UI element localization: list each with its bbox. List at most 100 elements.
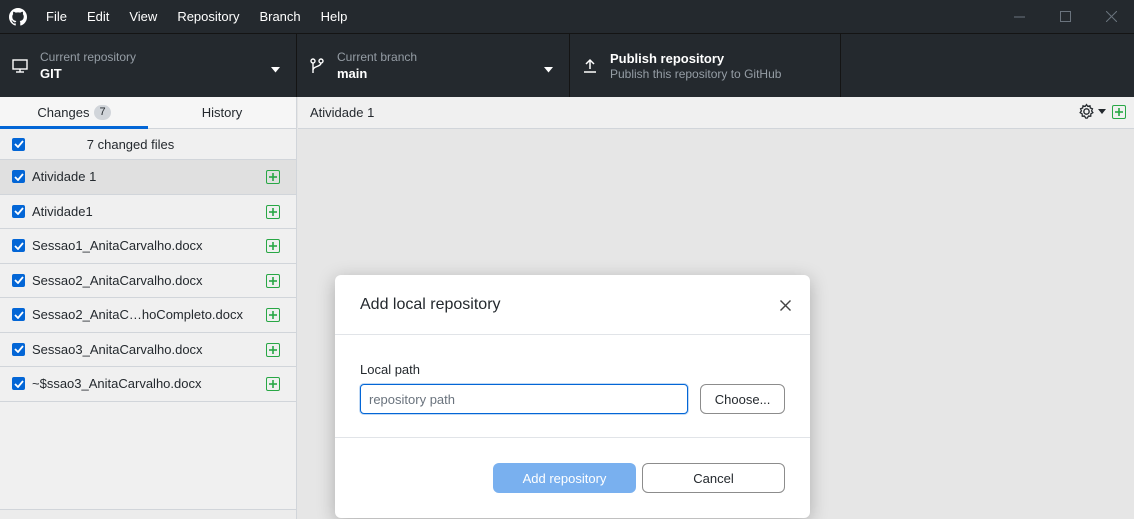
gear-icon <box>1079 103 1094 119</box>
checkmark-icon <box>13 242 24 250</box>
checkmark-icon <box>13 140 24 148</box>
file-list: Atividade 1 Atividade1 Sessao1_AnitaCarval… <box>0 160 296 402</box>
file-added-icon <box>266 273 280 288</box>
file-name: ~$ssao3_AnitaCarvalho.docx <box>32 376 202 392</box>
file-checkbox[interactable] <box>12 204 25 218</box>
sidebar-tabs: Changes 7 History <box>0 97 296 129</box>
file-list-item[interactable]: Atividade1 <box>0 195 296 229</box>
tab-history-label: History <box>201 105 243 120</box>
diff-file-path: Atividade 1 <box>310 105 375 120</box>
commit-panel-edge <box>0 509 296 519</box>
file-added-icon <box>266 239 280 253</box>
checkmark-icon <box>13 345 24 354</box>
current-repository-value: GIT <box>40 65 62 81</box>
choose-button[interactable]: Choose... <box>700 384 785 414</box>
caret-down-icon <box>271 61 280 76</box>
title-bar: File Edit View Repository Branch Help <box>0 0 1134 33</box>
tab-history[interactable]: History <box>148 97 296 128</box>
dialog-header: Add local repository <box>335 275 810 335</box>
checkmark-icon <box>13 311 24 319</box>
file-checkbox[interactable] <box>12 273 25 287</box>
checkmark-icon <box>13 173 24 181</box>
minimize-icon <box>1013 16 1025 18</box>
publish-repository-button[interactable]: Publish repository Publish this reposito… <box>570 34 841 97</box>
file-checkbox[interactable] <box>12 308 25 322</box>
current-branch-value: main <box>337 65 368 81</box>
file-list-item[interactable]: Sessao1_AnitaCarvalho.docx <box>0 229 296 264</box>
file-list-item[interactable]: ~$ssao3_AnitaCarvalho.docx <box>0 367 296 402</box>
menu-bar: File Edit View Repository Branch Help <box>36 0 357 33</box>
window-controls <box>996 0 1134 33</box>
add-repository-button[interactable]: Add repository <box>493 463 636 493</box>
file-added-icon <box>266 204 280 219</box>
sidebar: Changes 7 History 7 changed files Ativid… <box>0 97 297 519</box>
minimize-button[interactable] <box>996 0 1042 33</box>
file-list-item[interactable]: Sessao3_AnitaCarvalho.docx <box>0 333 296 367</box>
publish-repository-description: Publish this repository to GitHub <box>610 66 782 81</box>
local-path-row: Choose... <box>360 384 785 414</box>
caret-down-icon <box>544 61 553 76</box>
dialog-title: Add local repository <box>360 295 501 313</box>
maximize-icon <box>1059 11 1071 22</box>
file-name: Atividade 1 <box>32 169 97 185</box>
changes-count-badge: 7 <box>94 105 111 120</box>
changed-files-count: 7 changed files <box>86 136 175 152</box>
tab-changes[interactable]: Changes 7 <box>0 97 148 129</box>
checkmark-icon <box>13 276 24 285</box>
current-repository-label: Current repository <box>40 49 137 64</box>
file-added-icon <box>266 170 280 184</box>
file-added-icon <box>266 377 280 391</box>
dialog-body: Local path Choose... <box>335 335 810 438</box>
file-checkbox[interactable] <box>12 239 25 253</box>
github-logo-icon <box>0 0 36 33</box>
current-branch-label: Current branch <box>337 49 418 64</box>
file-list-item[interactable]: Sessao2_AnitaC…hoCompleto.docx <box>0 298 296 333</box>
caret-down-icon <box>1098 109 1106 114</box>
checkmark-icon <box>13 380 24 388</box>
close-icon <box>1105 11 1117 22</box>
dialog-footer: Add repository Cancel <box>335 438 810 518</box>
file-name: Sessao2_AnitaCarvalho.docx <box>32 272 203 288</box>
add-local-repository-dialog: Add local repository Local path Choose..… <box>335 275 810 518</box>
maximize-button[interactable] <box>1042 0 1088 33</box>
git-branch-icon <box>297 57 337 75</box>
local-path-input[interactable] <box>360 384 689 414</box>
file-name: Atividade1 <box>32 203 93 219</box>
dialog-close-button[interactable] <box>776 296 794 314</box>
file-list-item[interactable]: Atividade 1 <box>0 160 296 195</box>
close-window-button[interactable] <box>1088 0 1134 33</box>
file-list-item[interactable]: Sessao2_AnitaCarvalho.docx <box>0 264 296 298</box>
checkmark-icon <box>13 207 24 216</box>
menu-edit[interactable]: Edit <box>77 0 119 33</box>
tab-changes-label: Changes <box>37 105 90 120</box>
menu-branch[interactable]: Branch <box>249 0 310 33</box>
file-checkbox[interactable] <box>12 377 25 391</box>
file-name: Sessao1_AnitaCarvalho.docx <box>32 238 203 254</box>
file-name: Sessao3_AnitaCarvalho.docx <box>32 341 203 357</box>
upload-icon <box>570 58 610 74</box>
file-added-icon <box>266 342 280 357</box>
plus-icon <box>1115 107 1123 116</box>
menu-file[interactable]: File <box>36 0 77 33</box>
toolbar: Current repository GIT Current branch ma… <box>0 33 1134 97</box>
select-all-checkbox[interactable] <box>12 137 25 151</box>
file-checkbox[interactable] <box>12 170 25 184</box>
current-repository-button[interactable]: Current repository GIT <box>0 34 297 97</box>
file-name: Sessao2_AnitaC…hoCompleto.docx <box>32 307 244 323</box>
desktop-icon <box>0 58 40 74</box>
changed-files-header: 7 changed files <box>0 129 296 160</box>
publish-repository-title: Publish repository <box>610 50 725 66</box>
current-branch-button[interactable]: Current branch main <box>297 34 570 97</box>
close-icon <box>779 299 791 311</box>
file-checkbox[interactable] <box>12 342 25 356</box>
local-path-label: Local path <box>360 362 420 377</box>
diff-tools <box>1078 103 1126 120</box>
added-file-indicator <box>1112 104 1126 119</box>
menu-repository[interactable]: Repository <box>167 0 249 33</box>
diff-header: Atividade 1 <box>298 97 1134 129</box>
diff-settings-button[interactable] <box>1078 103 1106 120</box>
menu-view[interactable]: View <box>119 0 167 33</box>
menu-help[interactable]: Help <box>311 0 358 33</box>
file-added-icon <box>266 308 280 322</box>
cancel-button[interactable]: Cancel <box>642 463 785 493</box>
